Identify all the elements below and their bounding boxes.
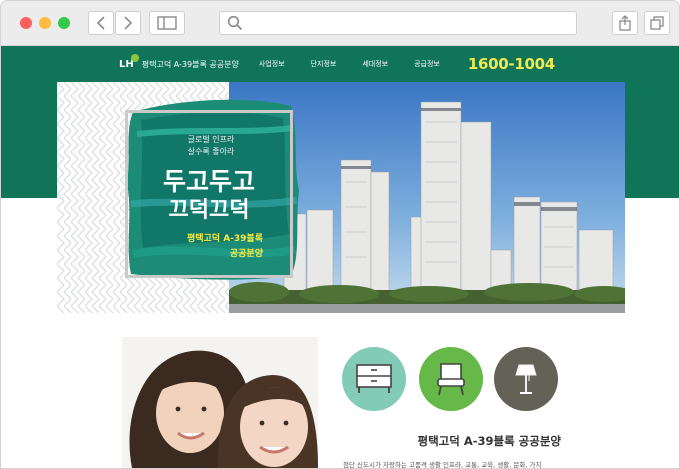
lh-logo[interactable]: LH [119, 53, 139, 70]
chair-icon [437, 363, 465, 396]
info-title: 평택고덕 A-39블록 공공분양 [417, 434, 561, 448]
hero-sub1: 평택고덕 A-39블록 [186, 234, 263, 244]
sidebar-icon [157, 16, 177, 30]
share-button[interactable] [612, 11, 638, 35]
chevron-left-icon [96, 16, 105, 30]
search-icon [227, 15, 243, 31]
browser-toolbar [1, 1, 679, 46]
minimize-window-button[interactable] [39, 17, 51, 29]
site-title[interactable]: 평택고덕 A-39블록 공공분양 [142, 59, 239, 70]
info-body: 첨단 신도시가 자랑하는 고품격 생활 인프라, 교통, 교육, 생활, 문화,… [343, 461, 542, 469]
nav-link-complex[interactable]: 단지정보 [311, 59, 337, 69]
tabs-overview-button[interactable] [644, 11, 670, 35]
hero-banner: 글로벌 인프라 살수록 좋아라 두고두고 끄덕끄덕 평택고덕 A-39블록 공공… [57, 82, 625, 313]
share-icon [619, 15, 631, 31]
phone-number[interactable]: 1600-1004 [468, 55, 555, 73]
floor-lamp-icon [515, 364, 537, 394]
tabs-icon [650, 16, 664, 30]
hero-headline2: 끄덕끄덕 [168, 198, 250, 223]
close-window-button[interactable] [20, 17, 32, 29]
family-photo [122, 337, 318, 468]
browser-window: LH 평택고덕 A-39블록 공공분양 사업정보 단지정보 세대정보 공급정보 … [0, 0, 680, 469]
address-bar[interactable] [219, 11, 577, 35]
chevron-right-icon [124, 16, 133, 30]
forward-button[interactable] [115, 11, 141, 35]
cabinet-icon [356, 364, 392, 393]
site-nav: LH 평택고덕 A-39블록 공공분양 사업정보 단지정보 세대정보 공급정보 … [1, 46, 679, 82]
cabinet-circle[interactable] [342, 347, 406, 411]
hero-headline1: 두고두고 [162, 167, 255, 196]
hero-sub2: 공공분양 [229, 249, 263, 259]
hero-line1: 글로벌 인프라 [187, 135, 235, 144]
nav-link-business[interactable]: 사업정보 [259, 59, 285, 69]
maximize-window-button[interactable] [58, 17, 70, 29]
hero-line2: 살수록 좋아라 [187, 147, 235, 156]
leaf-icon [131, 53, 139, 62]
back-button[interactable] [88, 11, 114, 35]
lamp-circle[interactable] [494, 347, 558, 411]
nav-link-unit[interactable]: 세대정보 [362, 59, 388, 69]
sidebar-toggle-button[interactable] [149, 11, 185, 35]
chair-circle[interactable] [419, 347, 483, 411]
nav-link-supply[interactable]: 공급정보 [414, 59, 440, 69]
